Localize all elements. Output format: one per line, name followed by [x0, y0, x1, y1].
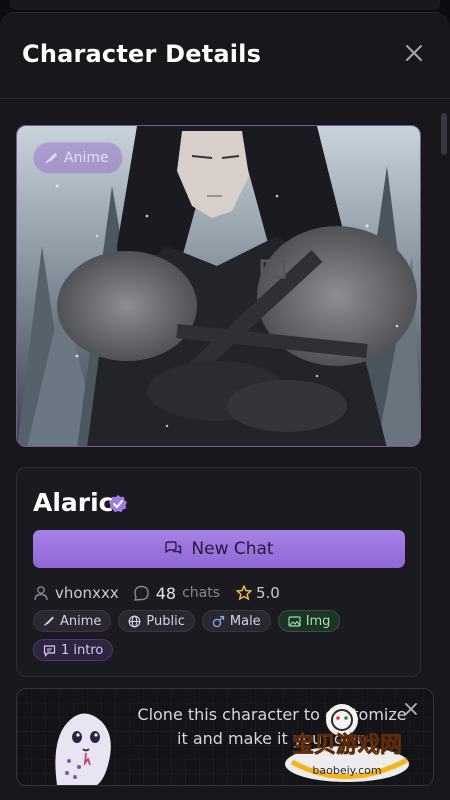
chat-bubble-icon — [133, 585, 149, 601]
chat-bubbles-icon — [165, 541, 182, 555]
character-name: Alaric — [33, 488, 114, 517]
tag-label: Male — [229, 613, 261, 629]
character-illustration — [17, 126, 420, 446]
creator-stat[interactable]: vhonxxx — [33, 584, 119, 602]
sheet-header: Character Details — [0, 13, 450, 99]
user-icon — [34, 586, 48, 601]
intro-count-tag[interactable]: 1 intro — [33, 639, 114, 661]
intro-count-label: 1 intro — [61, 642, 104, 658]
brush-icon — [44, 616, 54, 626]
character-image: Anime — [16, 125, 421, 447]
category-badge-label: Anime — [64, 150, 109, 166]
verified-badge-icon — [109, 495, 127, 513]
brush-icon — [45, 153, 57, 164]
scrollbar-thumb[interactable] — [441, 113, 447, 155]
chats-count: 48 — [155, 583, 177, 603]
male-icon — [212, 615, 225, 627]
tag-img[interactable]: Img — [277, 610, 341, 632]
new-chat-label: New Chat — [191, 539, 274, 559]
character-details-sheet: Character Details Anime Alaric New Chat … — [0, 12, 450, 800]
tag-label: Img — [305, 613, 331, 629]
tag-label: Public — [146, 613, 185, 629]
page-title: Character Details — [22, 40, 262, 68]
character-stats: vhonxxx 48 chats 5.0 — [33, 582, 280, 604]
tag-anime[interactable]: Anime — [33, 610, 112, 632]
chats-stat: 48 chats — [133, 584, 220, 603]
ghost-mascot-icon — [55, 713, 111, 785]
category-badge: Anime — [33, 142, 123, 174]
chats-label: chats — [182, 585, 220, 601]
image-icon — [288, 615, 301, 627]
globe-icon — [129, 615, 141, 627]
close-icon[interactable] — [402, 41, 426, 65]
character-info-card: Alaric New Chat vhonxxx 48 chats 5.0 Ani… — [16, 467, 421, 677]
tag-male[interactable]: Male — [201, 610, 271, 632]
tag-label: Anime — [60, 613, 102, 629]
underlying-page-edge — [10, 0, 440, 10]
star-icon — [236, 585, 252, 601]
new-chat-button[interactable]: New Chat — [33, 530, 405, 568]
rating-stat: 5.0 — [236, 584, 280, 602]
tag-public[interactable]: Public — [118, 610, 195, 632]
watermark-text: 宝贝游戏网 — [292, 732, 402, 758]
tag-list: Anime Public Male Img — [33, 610, 341, 632]
intro-tag-row: 1 intro — [33, 639, 114, 661]
rating-value: 5.0 — [256, 584, 280, 602]
creator-name: vhonxxx — [55, 584, 119, 602]
message-square-icon — [43, 644, 56, 657]
watermark-domain: baobeiy.com — [312, 764, 381, 777]
site-watermark-logo: 宝贝游戏网 baobeiy.com — [285, 704, 409, 782]
